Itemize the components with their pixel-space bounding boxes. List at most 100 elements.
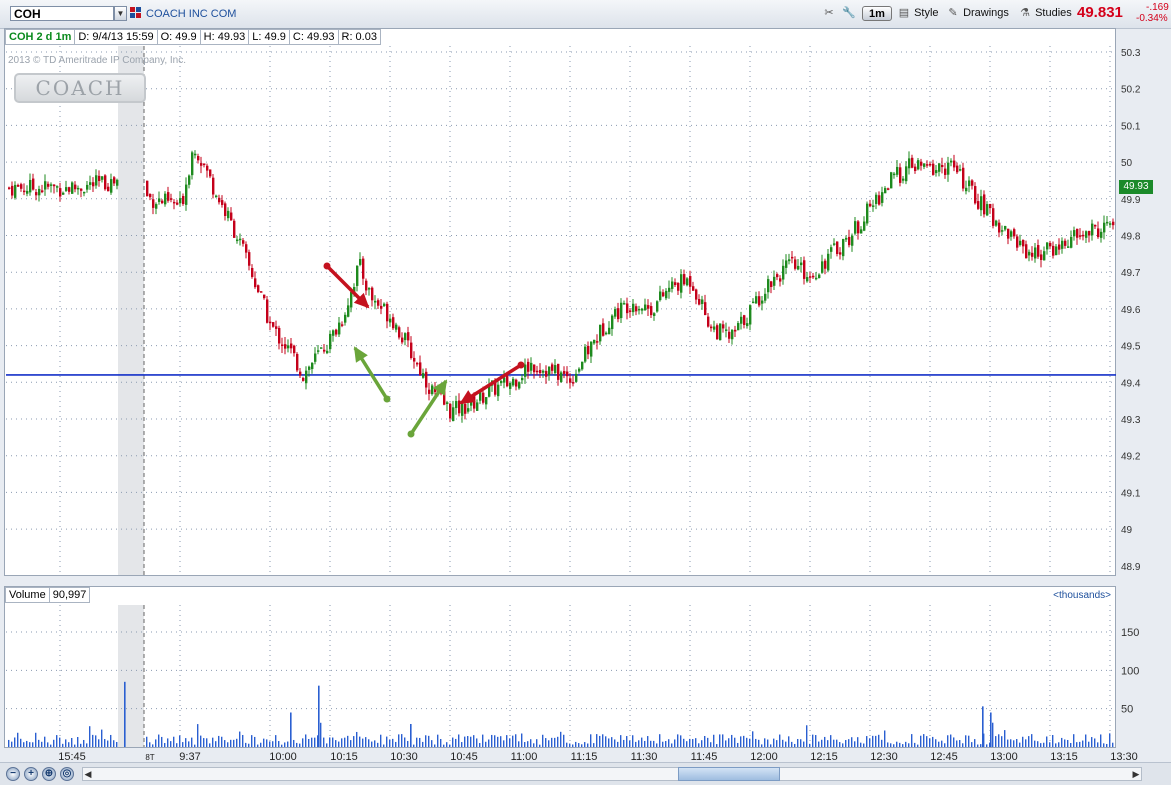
volume-bar: [365, 737, 367, 747]
price-candle: [1106, 221, 1109, 224]
volume-bar: [221, 736, 223, 747]
volume-bar: [1001, 736, 1003, 747]
volume-bar: [836, 739, 838, 747]
price-candle: [659, 291, 662, 301]
volume-bar: [839, 742, 841, 747]
price-tick-label: 50.1: [1121, 121, 1141, 132]
price-tick-label: 49.8: [1121, 232, 1141, 243]
price-candle: [275, 326, 278, 329]
volume-tick-label: 100: [1121, 665, 1139, 677]
price-candle: [938, 163, 941, 172]
price-tick-label: 50.2: [1121, 85, 1141, 96]
zoom-in-icon[interactable]: +: [24, 767, 38, 781]
price-candle: [311, 362, 314, 370]
price-candle: [302, 377, 305, 381]
volume-bar: [269, 741, 271, 747]
volume-bar: [107, 740, 109, 747]
price-candle: [686, 278, 689, 286]
volume-bar: [773, 738, 775, 747]
volume-bar: [251, 735, 253, 747]
volume-bar: [554, 737, 556, 747]
price-candle: [842, 239, 845, 257]
zoom-out-icon[interactable]: −: [6, 767, 20, 781]
price-candle: [719, 323, 722, 341]
price-candle: [356, 265, 359, 286]
volume-bar: [1037, 741, 1039, 747]
price-candle: [1028, 251, 1031, 256]
price-candle: [317, 350, 320, 352]
volume-bar: [92, 734, 94, 747]
time-scrollbar[interactable]: [82, 767, 1142, 781]
volume-bar: [428, 735, 430, 747]
price-candle: [14, 184, 17, 198]
volume-bar: [1016, 739, 1018, 747]
price-candle: [1040, 254, 1043, 260]
price-candle: [653, 313, 656, 316]
price-candle: [1082, 234, 1085, 237]
volume-bar: [689, 738, 691, 747]
price-candle: [731, 329, 734, 340]
price-candle: [947, 162, 950, 175]
volume-bar: [626, 736, 628, 747]
volume-bar: [8, 739, 10, 747]
price-candle: [749, 305, 752, 325]
price-candle: [899, 167, 902, 183]
zoom-reset-icon[interactable]: ⊕: [42, 767, 56, 781]
price-candle: [776, 274, 779, 278]
price-candle: [605, 332, 608, 335]
scroll-right-icon[interactable]: ▶: [1130, 767, 1142, 781]
volume-bar: [581, 744, 583, 747]
volume-bar: [50, 744, 52, 747]
volume-bar: [1004, 730, 1006, 747]
volume-bar: [545, 738, 547, 747]
chart-tag: COH 2 d 1m: [5, 29, 76, 45]
volume-bar: [707, 737, 709, 747]
price-candle: [1022, 239, 1025, 247]
price-candle: [407, 332, 410, 341]
volume-bar: [332, 737, 334, 747]
volume-bar: [218, 735, 220, 747]
volume-bar: [824, 736, 826, 747]
price-candle: [62, 192, 65, 195]
price-candle: [476, 402, 479, 411]
price-candle: [926, 164, 929, 166]
price-candle: [941, 164, 944, 168]
price-candle: [881, 192, 884, 203]
price-candle: [623, 303, 626, 305]
volume-bar: [14, 737, 16, 747]
volume-bar: [299, 743, 301, 747]
volume-bar: [1085, 734, 1087, 747]
price-candle: [569, 378, 572, 383]
price-candle: [911, 157, 914, 168]
price-candle: [257, 285, 260, 293]
price-candle: [59, 188, 62, 197]
price-candle: [662, 292, 665, 297]
price-candle: [851, 235, 854, 246]
volume-bar: [152, 744, 154, 747]
scroll-thumb[interactable]: [678, 767, 780, 781]
price-candle: [182, 196, 185, 205]
volume-bar: [167, 738, 169, 747]
volume-bar: [362, 738, 364, 747]
volume-bar: [329, 737, 331, 747]
price-candle: [872, 205, 875, 207]
price-candle: [395, 324, 398, 330]
price-candle: [197, 156, 200, 161]
price-candle: [839, 252, 842, 255]
volume-bar: [620, 735, 622, 747]
volume-bar: [800, 739, 802, 747]
volume-bar: [641, 737, 643, 747]
scroll-left-icon[interactable]: ◀: [82, 767, 94, 781]
volume-bar: [38, 739, 40, 747]
price-candle: [344, 314, 347, 323]
price-candle: [905, 166, 908, 182]
volume-bar: [110, 734, 112, 747]
zoom-fit-icon[interactable]: ◎: [60, 767, 74, 781]
volume-bar: [911, 734, 913, 747]
volume-bar: [530, 739, 532, 747]
volume-bar: [584, 742, 586, 747]
volume-bar: [677, 734, 679, 747]
price-candle: [779, 278, 782, 282]
volume-bar: [1091, 737, 1093, 747]
volume-bar: [335, 740, 337, 747]
